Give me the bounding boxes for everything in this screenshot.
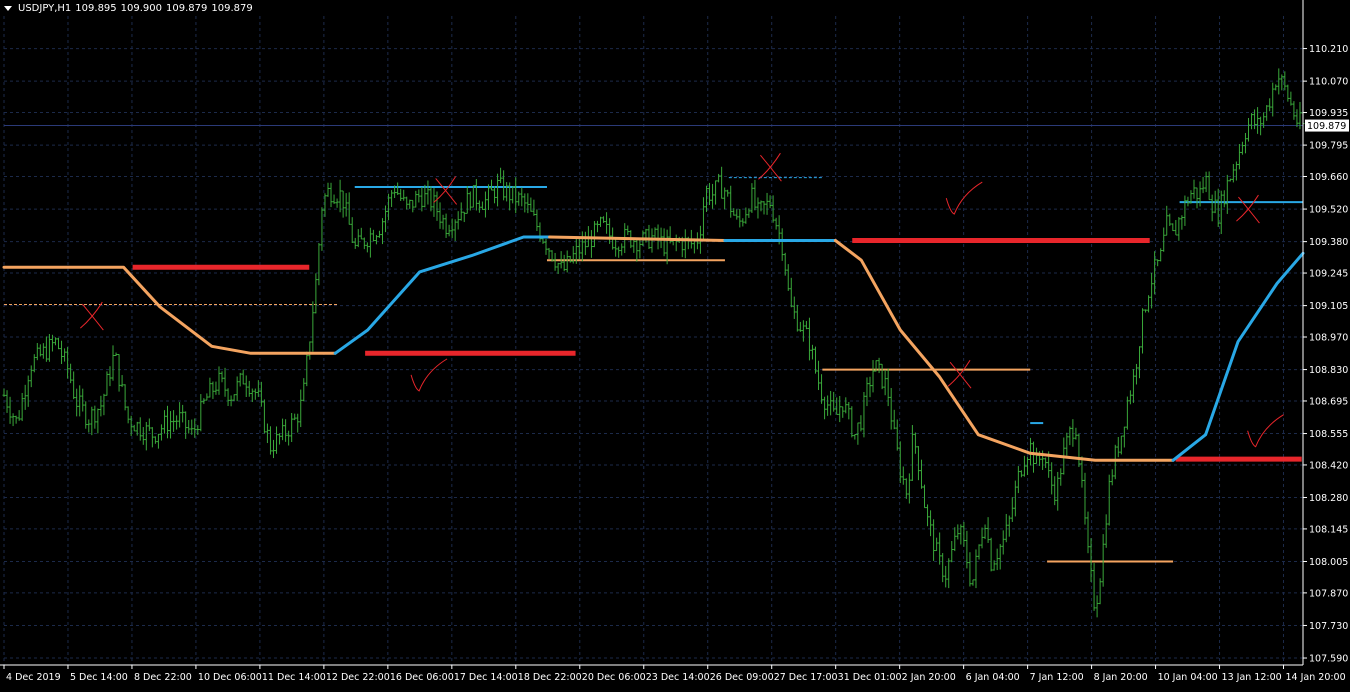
current-price-label: 109.879	[1307, 121, 1346, 132]
x-tick-label: 14 Jan 20:00	[1286, 672, 1346, 683]
ohlc-low: 109.879	[166, 3, 208, 14]
y-tick-label: 109.935	[1309, 108, 1348, 119]
dropdown-triangle-icon[interactable]	[4, 6, 12, 11]
x-tick-label: 5 Dec 14:00	[70, 672, 128, 683]
y-tick-label: 109.245	[1309, 269, 1348, 280]
x-tick-label: 16 Dec 06:00	[390, 672, 454, 683]
y-tick-label: 108.830	[1309, 365, 1348, 376]
y-tick-label: 108.970	[1309, 333, 1348, 344]
y-tick-label: 108.695	[1309, 396, 1348, 407]
y-tick-label: 110.070	[1309, 77, 1348, 88]
x-tick-label: 2 Jan 20:00	[902, 672, 956, 683]
x-tick-label: 4 Dec 2019	[6, 672, 61, 683]
x-tick-label: 31 Dec 01:00	[838, 672, 902, 683]
x-tick-label: 10 Dec 06:00	[198, 672, 262, 683]
price-chart[interactable]: 110.210 110.070 109.935 109.795 109.660 109.5…	[0, 0, 1350, 688]
x-tick-label: 8 Dec 22:00	[134, 672, 192, 683]
chart-title-bar: USDJPY,H1 109.895 109.900 109.879 109.87…	[4, 3, 253, 14]
x-tick-label: 20 Dec 06:00	[582, 672, 646, 683]
chart-background	[0, 0, 1350, 688]
x-tick-label: 17 Dec 14:00	[454, 672, 518, 683]
ohlc-high: 109.900	[120, 3, 163, 14]
chart-window[interactable]: 110.210 110.070 109.935 109.795 109.660 109.5…	[0, 0, 1350, 688]
y-tick-label: 108.280	[1309, 493, 1348, 504]
y-tick-label: 109.520	[1309, 205, 1348, 216]
x-tick-label: 18 Dec 22:00	[518, 672, 582, 683]
x-tick-label: 11 Dec 14:00	[262, 672, 326, 683]
x-tick-label: 13 Jan 12:00	[1222, 672, 1282, 683]
y-tick-label: 108.005	[1309, 557, 1348, 568]
y-tick-label: 108.555	[1309, 429, 1348, 440]
x-tick-label: 7 Jan 12:00	[1030, 672, 1084, 683]
x-tick-label: 10 Jan 04:00	[1158, 672, 1218, 683]
y-tick-label: 110.210	[1309, 44, 1348, 55]
x-tick-label: 6 Jan 04:00	[966, 672, 1020, 683]
y-tick-label: 107.730	[1309, 621, 1348, 632]
x-tick-label: 8 Jan 20:00	[1094, 672, 1148, 683]
x-tick-label: 12 Dec 22:00	[326, 672, 390, 683]
y-tick-label: 107.590	[1309, 654, 1348, 665]
x-tick-label: 27 Dec 17:00	[774, 672, 838, 683]
y-tick-label: 109.795	[1309, 141, 1348, 152]
y-tick-label: 108.420	[1309, 460, 1348, 471]
x-tick-label: 23 Dec 14:00	[646, 672, 710, 683]
x-tick-label: 26 Dec 09:00	[710, 672, 774, 683]
y-tick-label: 109.380	[1309, 237, 1348, 248]
y-tick-label: 109.105	[1309, 301, 1348, 312]
y-tick-label: 108.145	[1309, 524, 1348, 535]
y-tick-label: 109.660	[1309, 172, 1348, 183]
symbol-timeframe: USDJPY,H1	[18, 3, 72, 14]
ohlc-close: 109.879	[211, 3, 253, 14]
y-tick-label: 107.870	[1309, 588, 1348, 599]
ohlc-open: 109.895	[75, 3, 117, 14]
